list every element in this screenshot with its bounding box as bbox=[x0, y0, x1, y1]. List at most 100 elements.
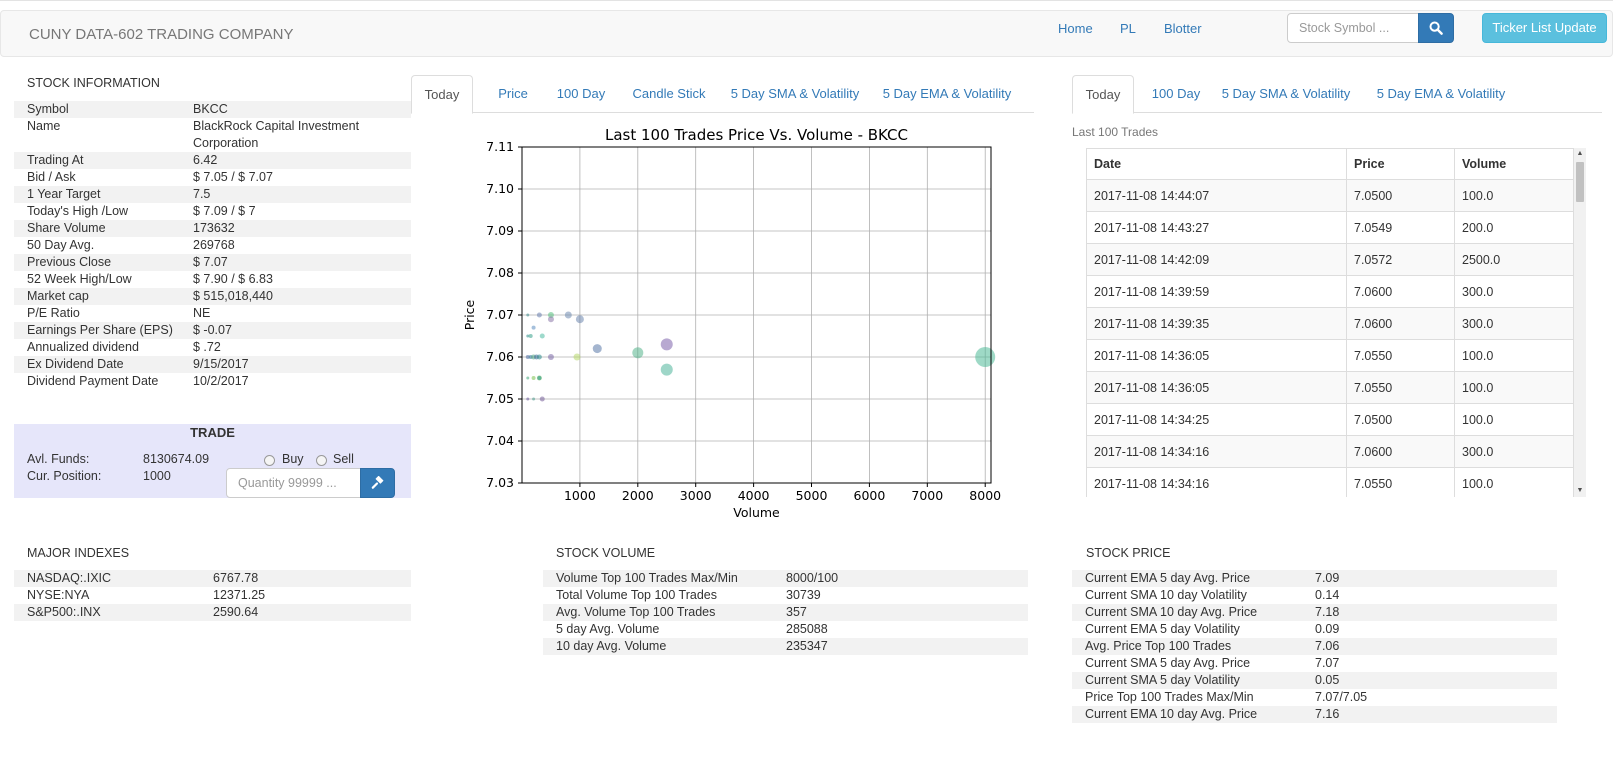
row-value: $ 515,018,440 bbox=[193, 289, 273, 303]
trade-row: 2017-11-08 14:34:16 7.0600 300.0 bbox=[1086, 435, 1574, 468]
tab-trades-5-day-ema[interactable]: 5 Day EMA & Volatility bbox=[1364, 75, 1518, 113]
row-key: Name bbox=[27, 119, 61, 133]
stock-info-row: 1 Year Target 7.5 bbox=[14, 186, 411, 203]
tab-today[interactable]: Today bbox=[411, 75, 473, 114]
scroll-up-arrow[interactable]: ▲ bbox=[1574, 148, 1586, 160]
trade-title: TRADE bbox=[190, 425, 235, 440]
row-value: $ 7.05 / $ 7.07 bbox=[193, 170, 273, 184]
x-tick-label: 7000 bbox=[911, 488, 943, 503]
trade-row: 2017-11-08 14:43:27 7.0549 200.0 bbox=[1086, 211, 1574, 244]
trades-header-row: Date Price Volume bbox=[1086, 148, 1574, 180]
price-row: Current EMA 5 day Avg. Price 7.09 bbox=[1072, 570, 1557, 587]
y-tick-label: 7.08 bbox=[486, 265, 514, 280]
row-value: 0.09 bbox=[1315, 622, 1340, 636]
tab-trades-today[interactable]: Today bbox=[1072, 75, 1134, 114]
price-row: Price Top 100 Trades Max/Min 7.07/7.05 bbox=[1072, 689, 1557, 706]
tab-candle-stick[interactable]: Candle Stick bbox=[619, 75, 719, 113]
tab-5-day-ema[interactable]: 5 Day EMA & Volatility bbox=[871, 75, 1023, 113]
stock-price-table: Current EMA 5 day Avg. Price 7.09 Current … bbox=[1072, 570, 1557, 723]
header-volume: Volume bbox=[1454, 148, 1574, 180]
data-point bbox=[575, 315, 584, 324]
trade-price: 7.0550 bbox=[1346, 371, 1455, 404]
buy-radio[interactable] bbox=[264, 455, 275, 466]
data-point bbox=[592, 344, 602, 354]
quantity-input[interactable] bbox=[226, 468, 361, 498]
major-indexes-title: MAJOR INDEXES bbox=[27, 546, 130, 560]
row-key: Current SMA 5 day Volatility bbox=[1085, 673, 1240, 687]
trades-table-container[interactable]: Date Price Volume 2017-11-08 14:44:07 7.0… bbox=[1086, 148, 1574, 497]
funds-label: Avl. Funds: bbox=[27, 452, 90, 466]
row-value: BKCC bbox=[193, 102, 228, 116]
top-divider bbox=[0, 0, 1613, 4]
price-row: Current SMA 5 day Volatility 0.05 bbox=[1072, 672, 1557, 689]
data-point bbox=[531, 325, 536, 330]
buy-label[interactable]: Buy bbox=[282, 452, 304, 466]
trade-volume: 2500.0 bbox=[1454, 243, 1574, 276]
row-value: 10/2/2017 bbox=[193, 374, 249, 388]
row-value: $ .72 bbox=[193, 340, 221, 354]
chart-title: Last 100 Trades Price Vs. Volume - BKCC bbox=[605, 126, 908, 144]
major-indexes-table: NASDAQ:.IXIC 6767.78 NYSE:NYA 12371.25 S&P50… bbox=[14, 570, 411, 621]
sell-label[interactable]: Sell bbox=[333, 452, 354, 466]
row-key: Current EMA 10 day Avg. Price bbox=[1085, 707, 1258, 721]
price-row: Current SMA 5 day Avg. Price 7.07 bbox=[1072, 655, 1557, 672]
row-key: Avg. Volume Top 100 Trades bbox=[556, 605, 716, 619]
x-tick-label: 1000 bbox=[564, 488, 596, 503]
row-key: Current SMA 10 day Volatility bbox=[1085, 588, 1247, 602]
nav-pl-link[interactable]: PL bbox=[1120, 21, 1136, 36]
nav-home-link[interactable]: Home bbox=[1058, 21, 1093, 36]
trade-price: 7.0500 bbox=[1346, 403, 1455, 436]
scroll-down-arrow[interactable]: ▼ bbox=[1574, 485, 1586, 497]
row-key: Today's High /Low bbox=[27, 204, 129, 218]
tab-trades-5-day-sma[interactable]: 5 Day SMA & Volatility bbox=[1208, 75, 1364, 113]
volume-row: Total Volume Top 100 Trades 30739 bbox=[543, 587, 1028, 604]
trade-price: 7.0600 bbox=[1346, 307, 1455, 340]
stock-info-row: Ex Dividend Date 9/15/2017 bbox=[14, 356, 411, 373]
header-price: Price bbox=[1346, 148, 1455, 180]
row-key: Total Volume Top 100 Trades bbox=[556, 588, 717, 602]
execute-trade-button[interactable] bbox=[360, 468, 395, 498]
y-tick-label: 7.10 bbox=[486, 181, 514, 196]
stock-info-row: 50 Day Avg. 269768 bbox=[14, 237, 411, 254]
position-value: 1000 bbox=[143, 469, 171, 483]
tab-trades-100-day[interactable]: 100 Day bbox=[1144, 75, 1208, 113]
trade-volume: 200.0 bbox=[1454, 211, 1574, 244]
row-value: 2590.64 bbox=[213, 605, 259, 619]
trades-scrollbar[interactable]: ▲ ▼ bbox=[1574, 148, 1586, 497]
row-key: Current EMA 5 day Volatility bbox=[1085, 622, 1240, 636]
navbar: CUNY DATA-602 TRADING COMPANY Home PL Bl… bbox=[0, 10, 1613, 57]
row-key: Ex Dividend Date bbox=[27, 357, 124, 371]
trades-table: Date Price Volume 2017-11-08 14:44:07 7.0… bbox=[1086, 148, 1574, 497]
x-tick-label: 3000 bbox=[680, 488, 712, 503]
y-tick-label: 7.05 bbox=[486, 391, 514, 406]
stock-info-title: STOCK INFORMATION bbox=[27, 76, 160, 90]
data-point bbox=[526, 376, 530, 380]
tab-5-day-sma[interactable]: 5 Day SMA & Volatility bbox=[719, 75, 871, 113]
row-key: 10 day Avg. Volume bbox=[556, 639, 667, 653]
stock-symbol-search-input[interactable] bbox=[1287, 13, 1419, 43]
index-row: S&P500:.INX 2590.64 bbox=[14, 604, 411, 621]
tab-price[interactable]: Price bbox=[483, 75, 543, 113]
stock-info-row: Name BlackRock Capital Investment Corpora… bbox=[14, 118, 411, 152]
data-point bbox=[660, 338, 673, 351]
y-tick-label: 7.04 bbox=[486, 433, 514, 448]
volume-row: Volume Top 100 Trades Max/Min 8000/100 bbox=[543, 570, 1028, 587]
brand-title[interactable]: CUNY DATA-602 TRADING COMPANY bbox=[29, 26, 294, 43]
nav-blotter-link[interactable]: Blotter bbox=[1164, 21, 1202, 36]
price-row: Avg. Price Top 100 Trades 7.06 bbox=[1072, 638, 1557, 655]
search-icon bbox=[1429, 21, 1443, 35]
trade-panel: TRADE Avl. Funds: 8130674.09 Cur. Positi… bbox=[14, 424, 411, 498]
trade-volume: 100.0 bbox=[1454, 467, 1574, 497]
tab-100-day[interactable]: 100 Day bbox=[543, 75, 619, 113]
trade-row: 2017-11-08 14:34:16 7.0550 100.0 bbox=[1086, 467, 1574, 497]
scroll-thumb[interactable] bbox=[1576, 162, 1584, 202]
search-button[interactable] bbox=[1418, 13, 1454, 43]
header-date: Date bbox=[1086, 148, 1347, 180]
row-value: 0.05 bbox=[1315, 673, 1340, 687]
data-point bbox=[539, 396, 545, 402]
data-point bbox=[536, 354, 542, 360]
sell-radio[interactable] bbox=[316, 455, 327, 466]
ticker-list-update-button[interactable]: Ticker List Update bbox=[1482, 13, 1607, 43]
x-tick-label: 8000 bbox=[969, 488, 1001, 503]
trade-volume: 100.0 bbox=[1454, 179, 1574, 212]
